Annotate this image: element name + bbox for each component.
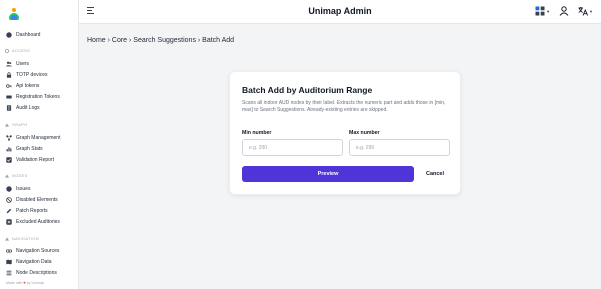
header-actions: ▼ ▼: [535, 6, 593, 16]
graph-icon: [6, 134, 12, 141]
sidebar-item-api-tokens[interactable]: Api tokens: [6, 81, 39, 90]
app-title: Unimap Admin: [308, 6, 372, 16]
section-label-nodes: NODES: [5, 172, 28, 179]
min-number-input[interactable]: [242, 139, 343, 156]
sidebar-item-graph-management[interactable]: Graph Management: [6, 133, 60, 142]
ban-icon: [6, 196, 12, 203]
max-number-label: Max number: [349, 130, 380, 136]
preview-button[interactable]: Preview: [242, 166, 414, 182]
sidebar-item-label: Audit Logs: [16, 104, 40, 111]
settings-icon: [5, 48, 9, 53]
lock-icon: [6, 71, 12, 78]
chart-icon: [6, 146, 12, 152]
sidebar-item-label: Navigation Data: [16, 258, 52, 265]
exclude-icon: [6, 218, 12, 225]
sidebar-item-users[interactable]: Users: [6, 59, 29, 68]
sidebar-item-disabled-elements[interactable]: Disabled Elements: [6, 195, 58, 204]
sidebar: Dashboard ACCESS Users TOTP devices Api …: [0, 0, 79, 289]
link-icon: [6, 248, 12, 254]
dashboard-icon: [6, 31, 12, 38]
chevron-down-icon: ▼: [546, 8, 551, 14]
sidebar-item-label: Api tokens: [16, 82, 40, 89]
sidebar-item-label: TOTP devices: [16, 71, 48, 78]
graph-section-icon: [5, 122, 9, 127]
sidebar-item-registration-tokens[interactable]: Registration Tokens: [6, 92, 60, 101]
sidebar-item-label: Node Descriptions: [16, 269, 57, 276]
sidebar-item-label: Users: [16, 60, 30, 67]
sidebar-item-label: Navigation Sources: [16, 247, 60, 254]
key-icon: [6, 83, 12, 89]
language-button[interactable]: ▼: [578, 6, 593, 16]
sidebar-item-dashboard[interactable]: Dashboard: [6, 30, 40, 39]
user-profile-button[interactable]: [559, 6, 569, 16]
sidebar-item-excluded-auditories[interactable]: Excluded Auditories: [6, 217, 60, 226]
section-label-access: ACCESS: [5, 47, 30, 54]
batch-add-card: Batch Add by Auditorium Range Scans all …: [229, 71, 461, 195]
nodes-section-icon: [5, 173, 9, 178]
sidebar-item-audit-logs[interactable]: Audit Logs: [6, 103, 40, 112]
map-icon: [6, 259, 12, 265]
sidebar-item-patch-reports[interactable]: Patch Reports: [6, 206, 48, 215]
sidebar-item-navigation-sources[interactable]: Navigation Sources: [6, 246, 59, 255]
navigation-section-icon: [5, 236, 9, 241]
sidebar-item-validation-report[interactable]: Validation Report: [6, 155, 54, 164]
list-icon: [6, 270, 12, 276]
sidebar-item-label: Registration Tokens: [16, 93, 60, 100]
chevron-down-icon: ▼: [589, 8, 593, 14]
sidebar-item-label: Graph Management: [16, 134, 61, 141]
top-header: Unimap Admin ▼ ▼: [79, 0, 601, 24]
sidebar-item-label: Disabled Elements: [16, 196, 58, 203]
sidebar-item-totp-devices[interactable]: TOTP devices: [6, 70, 48, 79]
ticket-icon: [6, 94, 12, 100]
sidebar-item-label: Validation Report: [16, 156, 54, 163]
users-icon: [6, 61, 12, 67]
section-label-navigation: NAVIGATION: [5, 235, 39, 242]
document-icon: [6, 104, 12, 111]
section-label-graph: GRAPH: [5, 121, 28, 128]
heart-icon: ♥: [23, 280, 26, 285]
apps-grid-button[interactable]: ▼: [535, 6, 550, 16]
sidebar-item-label: Excluded Auditories: [16, 218, 60, 225]
sidebar-item-label: Issues: [16, 185, 31, 192]
sidebar-item-label: Patch Reports: [16, 207, 48, 214]
breadcrumb: Home › Core › Search Suggestions › Batch…: [87, 37, 235, 44]
min-number-label: Min number: [242, 130, 272, 136]
sidebar-item-issues[interactable]: Issues: [6, 184, 30, 193]
card-description: Scans all indoor AUD nodes by their labe…: [242, 100, 446, 114]
user-icon: [559, 6, 569, 16]
card-title: Batch Add by Auditorium Range: [242, 85, 373, 95]
apps-grid-icon: [535, 6, 545, 16]
alert-icon: [6, 185, 12, 192]
check-icon: [6, 156, 12, 163]
cancel-button[interactable]: Cancel: [418, 166, 452, 182]
max-number-input[interactable]: [349, 139, 450, 156]
sidebar-item-node-descriptions[interactable]: Node Descriptions: [6, 268, 57, 277]
translate-icon: [578, 7, 589, 16]
footer-note: Made with ♥ by Unimap: [6, 280, 44, 285]
sidebar-item-label: Graph Stats: [16, 145, 43, 152]
sidebar-item-graph-stats[interactable]: Graph Stats: [6, 144, 43, 153]
app-logo-icon: [9, 8, 19, 20]
sidebar-item-label: Dashboard: [16, 31, 41, 38]
sidebar-item-navigation-data[interactable]: Navigation Data: [6, 257, 52, 266]
edit-icon: [6, 208, 12, 214]
